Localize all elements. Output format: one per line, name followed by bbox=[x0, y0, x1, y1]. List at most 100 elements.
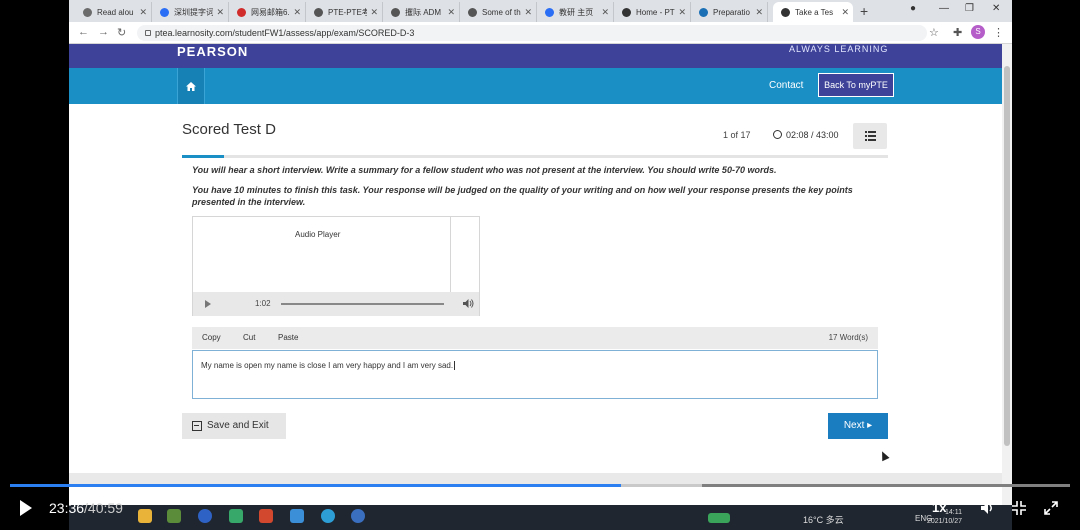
tab-favicon-icon bbox=[545, 7, 554, 17]
tab-favicon-icon bbox=[160, 7, 169, 17]
close-icon[interactable]: ✕ bbox=[601, 7, 609, 18]
video-time: 23:36/40:59 bbox=[49, 500, 123, 516]
save-and-exit-label: Save and Exit bbox=[207, 420, 269, 431]
browser-tab[interactable]: 攫际 ADM ✕ bbox=[383, 2, 460, 22]
browser-tab-active[interactable]: Take a Tes ✕ bbox=[773, 2, 853, 22]
profile-avatar[interactable]: S bbox=[971, 25, 985, 39]
browser-tab[interactable]: 教研 主页 ✕ bbox=[537, 2, 614, 22]
tab-favicon-icon bbox=[781, 7, 790, 17]
word-count: 17 Word(s) bbox=[828, 333, 868, 342]
tagline: ALWAYS LEARNING bbox=[789, 44, 889, 54]
tab-bar: Read alou ✕ 深圳提字词 ✕ 网易邮箱6.0 ✕ PTE-PTE考 ✕ 攫际 … bbox=[69, 0, 1012, 22]
weather-readout[interactable]: 16°C 多云 bbox=[803, 513, 844, 526]
back-to-mypte-button[interactable]: Back To myPTE bbox=[818, 73, 894, 97]
tab-search-icon[interactable]: ● bbox=[910, 3, 916, 14]
save-icon bbox=[192, 421, 202, 431]
browser-tab[interactable]: Read alou ✕ bbox=[75, 2, 152, 22]
audio-seek-slider[interactable] bbox=[281, 303, 444, 305]
close-icon[interactable]: ✕ bbox=[841, 7, 849, 18]
cut-button[interactable]: Cut bbox=[243, 333, 255, 342]
close-icon[interactable]: ✕ bbox=[678, 7, 686, 18]
tab-favicon-icon bbox=[314, 7, 323, 17]
url-field[interactable]: ptea.learnosity.com/studentFW1/assess/ap… bbox=[137, 25, 927, 41]
save-and-exit-button[interactable]: Save and Exit bbox=[182, 413, 286, 439]
fullscreen-icon[interactable] bbox=[1044, 501, 1058, 515]
new-tab-icon[interactable]: + bbox=[860, 2, 868, 20]
editor-toolbar: Copy Cut Paste 17 Word(s) bbox=[192, 327, 878, 349]
minimize-icon[interactable]: — bbox=[939, 3, 949, 14]
volume-icon[interactable] bbox=[463, 298, 474, 309]
video-play-icon[interactable] bbox=[20, 500, 32, 516]
video-total-time: /40:59 bbox=[84, 500, 123, 516]
contact-link[interactable]: Contact bbox=[769, 80, 803, 91]
tab-favicon-icon bbox=[237, 7, 246, 17]
video-frame: Read alou ✕ 深圳提字词 ✕ 网易邮箱6.0 ✕ PTE-PTE考 ✕ 攫际 … bbox=[0, 0, 1080, 530]
close-icon[interactable]: ✕ bbox=[293, 7, 301, 18]
response-textarea[interactable]: My name is open my name is close I am ve… bbox=[192, 350, 878, 399]
reload-icon[interactable]: ↻ bbox=[117, 26, 126, 39]
extensions-icon[interactable]: ✚ bbox=[953, 26, 962, 39]
pearson-header: PEARSON ALWAYS LEARNING bbox=[69, 44, 1002, 68]
folder-icon[interactable] bbox=[167, 509, 181, 523]
clock-date: 2021/10/27 bbox=[926, 518, 962, 525]
browser-tab[interactable]: Preparatio ✕ bbox=[691, 2, 768, 22]
forward-arrow-icon[interactable]: → bbox=[98, 26, 109, 38]
tab-favicon-icon bbox=[622, 7, 631, 17]
pearson-logo: PEARSON bbox=[177, 44, 249, 59]
divider bbox=[450, 217, 451, 293]
scrollbar-thumb[interactable] bbox=[1004, 66, 1010, 446]
mouse-cursor-icon bbox=[878, 449, 890, 462]
browser-window: Read alou ✕ 深圳提字词 ✕ 网易邮箱6.0 ✕ PTE-PTE考 ✕ 攫际 … bbox=[69, 0, 1012, 530]
lock-icon[interactable] bbox=[145, 30, 151, 36]
bookmark-star-icon[interactable]: ☆ bbox=[929, 26, 939, 39]
browser-tab[interactable]: 深圳提字词 ✕ bbox=[152, 2, 229, 22]
app-icon[interactable] bbox=[351, 509, 365, 523]
window-close-icon[interactable]: ✕ bbox=[992, 3, 1000, 14]
close-icon[interactable]: ✕ bbox=[216, 7, 224, 18]
instruction-text: You will hear a short interview. Write a… bbox=[192, 165, 777, 175]
clock-icon bbox=[773, 130, 782, 139]
back-arrow-icon[interactable]: ← bbox=[78, 26, 89, 38]
battery-icon bbox=[708, 513, 730, 523]
browser-tab[interactable]: PTE-PTE考 ✕ bbox=[306, 2, 383, 22]
menu-kebab-icon[interactable]: ⋮ bbox=[993, 26, 1004, 39]
audio-player: Audio Player 1:02 bbox=[192, 216, 480, 316]
page-scrollbar[interactable] bbox=[1002, 44, 1012, 530]
browser-tab[interactable]: Home - PT ✕ bbox=[614, 2, 691, 22]
clock-time: 14:11 bbox=[945, 509, 962, 516]
test-title: Scored Test D bbox=[182, 121, 276, 138]
response-text-content: My name is open my name is close I am ve… bbox=[201, 361, 454, 370]
edge-icon[interactable] bbox=[321, 509, 335, 523]
tab-favicon-icon bbox=[391, 7, 400, 17]
response-text: My name is open my name is close I am ve… bbox=[201, 361, 456, 371]
app-icon[interactable] bbox=[229, 509, 243, 523]
address-bar: ← → ↻ ptea.learnosity.com/studentFW1/ass… bbox=[69, 22, 1012, 44]
question-list-button[interactable] bbox=[853, 123, 887, 149]
app-icon[interactable] bbox=[290, 509, 304, 523]
next-button[interactable]: Next ▸ bbox=[828, 413, 888, 439]
copy-button[interactable]: Copy bbox=[202, 333, 221, 342]
chrome-icon[interactable] bbox=[138, 509, 152, 523]
list-icon bbox=[865, 131, 876, 141]
close-icon[interactable]: ✕ bbox=[139, 7, 147, 18]
exam-timer: 02:08 / 43:00 bbox=[786, 130, 839, 140]
restore-icon[interactable]: ❐ bbox=[965, 3, 974, 14]
close-icon[interactable]: ✕ bbox=[524, 7, 532, 18]
video-current-time: 23:36 bbox=[49, 500, 85, 516]
close-icon[interactable]: ✕ bbox=[370, 7, 378, 18]
browser-tab[interactable]: Some of th ✕ bbox=[460, 2, 537, 22]
home-button[interactable] bbox=[177, 68, 205, 104]
home-icon bbox=[186, 82, 196, 91]
exit-fullscreen-icon[interactable] bbox=[1012, 501, 1026, 515]
app-icon[interactable] bbox=[198, 509, 212, 523]
close-icon[interactable]: ✕ bbox=[755, 7, 763, 18]
playback-speed-button[interactable]: 1x bbox=[932, 500, 946, 515]
browser-tab[interactable]: 网易邮箱6.0 ✕ bbox=[229, 2, 306, 22]
audio-player-title: Audio Player bbox=[295, 230, 341, 239]
video-volume-icon[interactable] bbox=[981, 501, 995, 515]
paste-button[interactable]: Paste bbox=[278, 333, 298, 342]
wps-icon[interactable] bbox=[259, 509, 273, 523]
instruction-text: You have 10 minutes to finish this task.… bbox=[192, 185, 853, 207]
close-icon[interactable]: ✕ bbox=[447, 7, 455, 18]
play-icon[interactable] bbox=[205, 300, 211, 308]
